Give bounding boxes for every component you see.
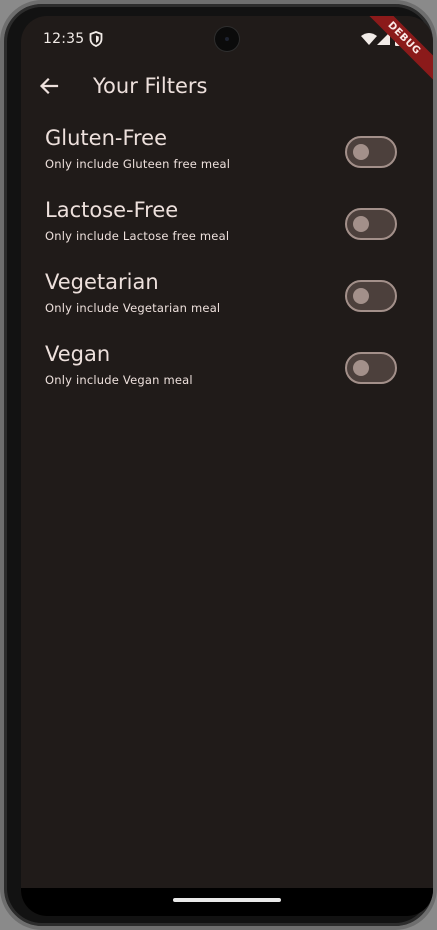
switch-thumb: [353, 144, 369, 160]
filter-title: Lactose-Free: [45, 198, 179, 222]
status-time: 12:35: [43, 31, 85, 47]
phone-frame: 12:35 DEBUG Your Filters Gluten-Free Onl…: [0, 0, 437, 930]
filter-title: Gluten-Free: [45, 126, 168, 150]
wifi-icon: [361, 33, 377, 45]
switch-thumb: [353, 360, 369, 376]
arrow-back-icon: [39, 77, 59, 95]
app-bar: Your Filters: [21, 62, 433, 118]
gluten-free-switch[interactable]: [345, 136, 397, 168]
page-title: Your Filters: [93, 74, 208, 98]
filter-subtitle: Only include Vegetarian meal: [45, 301, 221, 315]
filter-subtitle: Only include Lactose free meal: [45, 229, 230, 243]
filter-row-vegetarian[interactable]: Vegetarian Only include Vegetarian meal: [21, 264, 433, 336]
app-screen: 12:35 DEBUG Your Filters Gluten-Free Onl…: [21, 16, 433, 916]
vegan-switch[interactable]: [345, 352, 397, 384]
filter-subtitle: Only include Vegan meal: [45, 373, 193, 387]
filter-list: Gluten-Free Only include Gluteen free me…: [21, 120, 433, 408]
switch-thumb: [353, 288, 369, 304]
switch-thumb: [353, 216, 369, 232]
filter-row-gluten-free[interactable]: Gluten-Free Only include Gluteen free me…: [21, 120, 433, 192]
filter-title: Vegetarian: [45, 270, 159, 294]
front-camera: [215, 27, 239, 51]
lactose-free-switch[interactable]: [345, 208, 397, 240]
shield-icon: [89, 31, 103, 47]
filter-subtitle: Only include Gluteen free meal: [45, 157, 231, 171]
status-bar: 12:35 DEBUG: [21, 16, 433, 84]
home-indicator[interactable]: [173, 898, 281, 902]
filter-row-vegan[interactable]: Vegan Only include Vegan meal: [21, 336, 433, 408]
back-button[interactable]: [29, 66, 69, 106]
system-nav-bar: [21, 888, 433, 916]
vegetarian-switch[interactable]: [345, 280, 397, 312]
filter-title: Vegan: [45, 342, 111, 366]
filter-row-lactose-free[interactable]: Lactose-Free Only include Lactose free m…: [21, 192, 433, 264]
